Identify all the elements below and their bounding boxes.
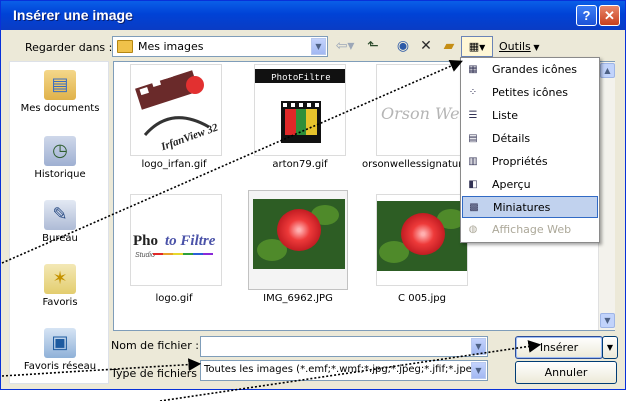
annotation-arrow-views <box>1 59 463 264</box>
annotation-overlay <box>1 59 542 401</box>
annotation-arrow-filetype <box>1 358 202 377</box>
annotation-arrow-insert <box>159 340 542 401</box>
